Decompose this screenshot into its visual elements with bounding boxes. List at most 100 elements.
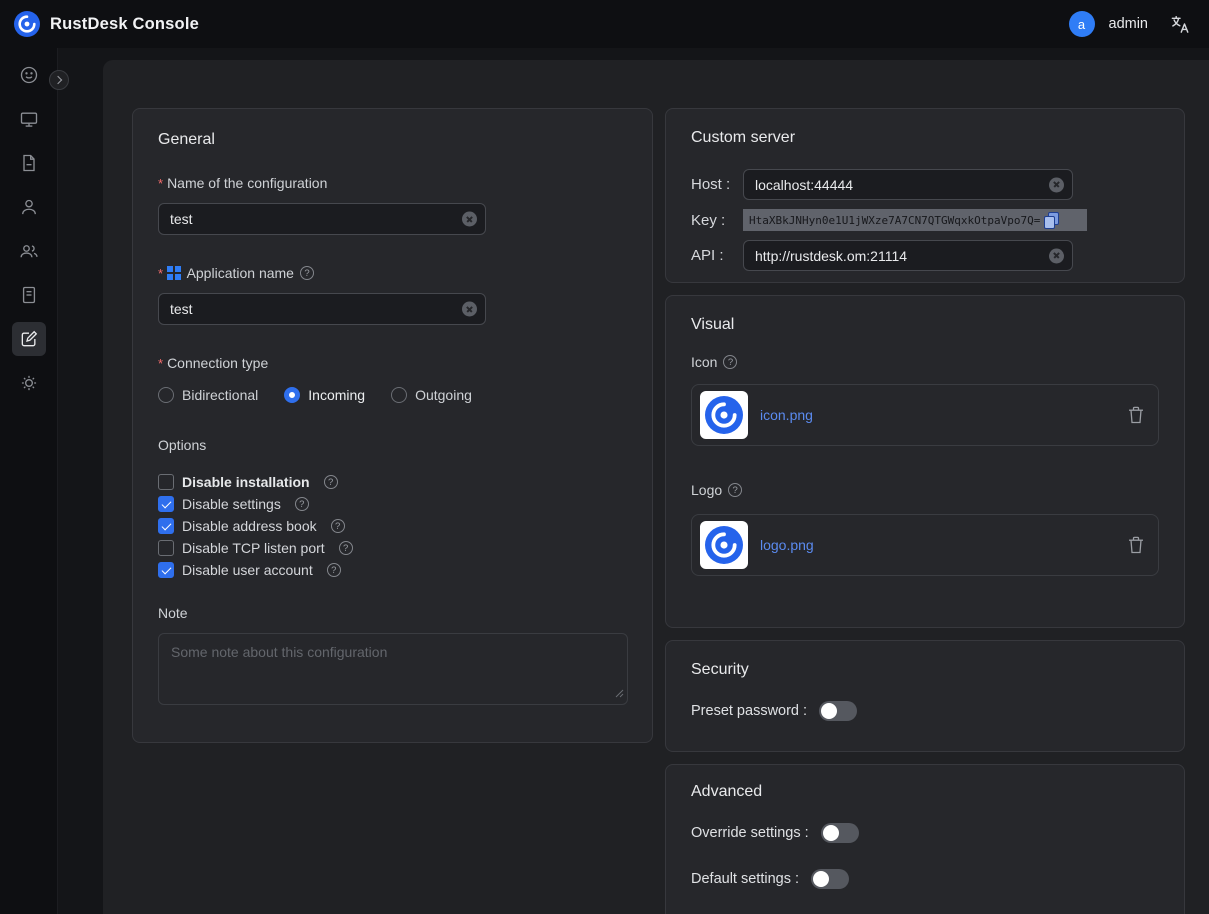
document-icon [19,153,39,173]
checkbox-checked-icon[interactable] [158,496,174,512]
default-settings-toggle[interactable] [811,869,849,889]
username[interactable]: admin [1109,16,1149,32]
security-title: Security [691,661,1159,679]
sidebar-item-documents[interactable] [12,146,46,180]
help-icon[interactable] [324,475,338,489]
general-title: General [158,131,627,149]
sidebar-item-audit[interactable] [12,278,46,312]
checkbox-checked-icon[interactable] [158,562,174,578]
avatar[interactable]: a [1069,11,1095,37]
required-asterisk [158,175,167,191]
help-icon[interactable] [728,483,742,497]
preset-password-label: Preset password : [691,703,807,719]
default-settings-label: Default settings : [691,871,799,887]
gear-icon [19,373,39,393]
clear-icon[interactable] [1049,177,1064,192]
clear-icon[interactable] [462,212,477,227]
connection-type-group: Bidirectional Incoming Outgoing [158,387,627,403]
trash-icon[interactable] [1128,406,1144,424]
application-name-label: Application name [187,265,294,281]
checkbox-checked-icon[interactable] [158,518,174,534]
host-label: Host : [691,176,743,193]
icon-file-box: icon.png [691,384,1159,446]
radio-outgoing[interactable]: Outgoing [391,387,472,403]
options-list: Disable installation Disable settings Di… [158,471,627,581]
help-icon[interactable] [300,266,314,280]
advanced-card: Advanced Override settings : Default set… [665,764,1185,914]
general-card: General Name of the configuration Applic… [132,108,653,743]
sidebar-item-user[interactable] [12,190,46,224]
sidebar-item-console-editor[interactable] [12,322,46,356]
sidebar-collapse-button[interactable] [49,70,69,90]
override-settings-toggle[interactable] [821,823,859,843]
rustdesk-console-screen: RustDesk Console a admin [0,0,1209,914]
help-icon[interactable] [327,563,341,577]
monitor-icon [19,109,39,129]
icon-thumbnail [700,391,748,439]
note-label: Note [158,605,188,621]
right-column: Custom server Host : Key : HtaXBkJNHyn [665,108,1185,914]
option-disable-user-account[interactable]: Disable user account [158,559,627,581]
clear-icon[interactable] [1049,248,1064,263]
api-input[interactable] [743,240,1073,271]
logo-thumbnail [700,521,748,569]
override-settings-label: Override settings : [691,825,809,841]
checkbox-icon[interactable] [158,540,174,556]
help-icon[interactable] [331,519,345,533]
name-label: Name of the configuration [167,175,327,191]
sidebar [0,48,58,914]
radio-checked-icon[interactable] [284,387,300,403]
radio-bidirectional[interactable]: Bidirectional [158,387,258,403]
checkbox-icon[interactable] [158,474,174,490]
option-disable-tcp-listen-port[interactable]: Disable TCP listen port [158,537,627,559]
host-input[interactable] [743,169,1073,200]
visual-title: Visual [691,316,1159,334]
connection-type-label: Connection type [167,355,268,371]
logo-file-link[interactable]: logo.png [760,537,814,553]
sidebar-item-settings[interactable] [12,366,46,400]
application-name-input[interactable] [158,293,486,325]
advanced-title: Advanced [691,783,1159,801]
sidebar-item-user-groups[interactable] [12,234,46,268]
help-icon[interactable] [295,497,309,511]
translate-icon[interactable] [1170,14,1191,35]
users-icon [19,241,39,261]
custom-server-title: Custom server [691,129,1159,147]
options-label: Options [158,437,206,453]
edit-icon [19,329,39,349]
trash-icon[interactable] [1128,536,1144,554]
required-asterisk [158,355,167,371]
required-asterisk [158,265,167,281]
icon-label: Icon [691,354,717,370]
key-field: HtaXBkJNHyn0e1U1jWXze7A7CN7QTGWqxkOtpaVp… [743,209,1087,231]
config-name-input[interactable] [158,203,486,235]
option-disable-address-book[interactable]: Disable address book [158,515,627,537]
help-icon[interactable] [339,541,353,555]
icon-file-link[interactable]: icon.png [760,407,813,423]
topbar: RustDesk Console a admin [0,0,1209,48]
copy-icon[interactable] [1044,212,1059,229]
clear-icon[interactable] [462,302,477,317]
key-label: Key : [691,212,743,229]
option-disable-settings[interactable]: Disable settings [158,493,627,515]
log-book-icon [19,285,39,305]
main-area: General Name of the configuration Applic… [58,48,1209,914]
note-placeholder: Some note about this configuration [171,644,387,660]
option-disable-installation[interactable]: Disable installation [158,471,627,493]
note-textarea[interactable]: Some note about this configuration [158,633,628,705]
radio-icon[interactable] [158,387,174,403]
radio-icon[interactable] [391,387,407,403]
windows-logo-icon [167,266,181,280]
sidebar-item-status[interactable] [12,58,46,92]
sidebar-item-devices[interactable] [12,102,46,136]
preset-password-toggle[interactable] [819,701,857,721]
rustdesk-logo-icon [14,11,40,37]
security-card: Security Preset password : [665,640,1185,752]
help-icon[interactable] [723,355,737,369]
smiley-icon [19,65,39,85]
topbar-right: a admin [1069,11,1192,37]
radio-incoming[interactable]: Incoming [284,387,365,403]
app-title: RustDesk Console [50,15,199,34]
custom-server-card: Custom server Host : Key : HtaXBkJNHyn [665,108,1185,283]
resize-handle-icon[interactable] [615,685,624,701]
